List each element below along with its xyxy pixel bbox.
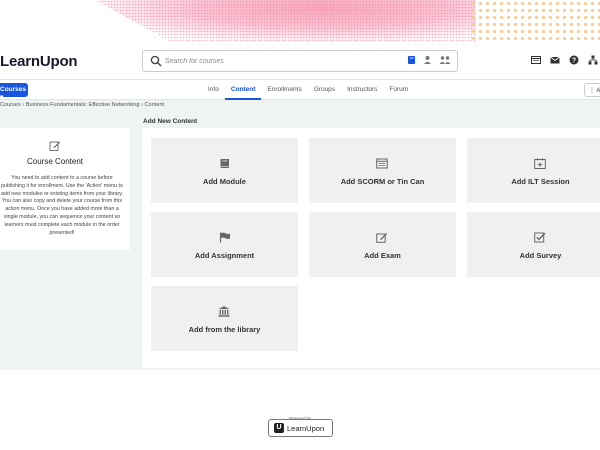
tile-label: Add Exam	[364, 251, 401, 260]
section-heading: Add New Content	[143, 118, 198, 125]
add-survey-tile[interactable]: Add Survey	[467, 212, 600, 277]
bank-icon	[218, 306, 230, 317]
add-from-library-tile[interactable]: Add from the library	[151, 286, 298, 351]
card-line: publishing it for enrollment. Use the 'A…	[1, 182, 123, 189]
tile-label: Add from the library	[188, 325, 261, 334]
catalog-icon[interactable]	[531, 55, 541, 65]
edit-icon	[376, 233, 388, 243]
learnupon-logo-icon: U	[274, 423, 284, 433]
tile-label: Add Module	[203, 177, 246, 186]
svg-text:?: ?	[572, 58, 576, 65]
top-header: LearnUpon Search for courses ?	[0, 42, 600, 80]
card-title: Course Content	[26, 157, 84, 166]
tab-groups[interactable]: Groups	[308, 80, 341, 100]
book-icon	[220, 159, 229, 168]
card-line: add new modules or existing items from y…	[0, 190, 124, 197]
card-line: learners must complete each module in th…	[4, 221, 120, 228]
help-icon[interactable]: ?	[569, 55, 579, 65]
banner-dot-pattern	[470, 0, 600, 42]
tab-content[interactable]: Content	[224, 80, 262, 100]
tab-instructors[interactable]: Instructors	[341, 80, 383, 100]
edit-icon	[49, 141, 61, 151]
mail-icon[interactable]	[550, 55, 560, 65]
tile-label: Add Assignment	[194, 251, 255, 260]
course-subnav: Courses ▾ Info Content Enrollments Group…	[0, 80, 600, 101]
add-assignment-tile[interactable]: Add Assignment	[151, 212, 298, 277]
tile-label: Add Survey	[519, 251, 562, 260]
check-square-icon	[534, 232, 546, 243]
tab-info[interactable]: Info	[202, 80, 225, 100]
add-module-tile[interactable]: Add Module	[151, 138, 298, 203]
card-description: You need to add content to a course befo…	[0, 175, 124, 237]
flag-icon	[219, 232, 230, 243]
card-line: You need to add content to a course befo…	[11, 175, 113, 181]
tab-enrollments[interactable]: Enrollments	[261, 80, 307, 100]
card-line: presented!	[49, 229, 75, 236]
badge-brand-name: LearnUpon	[287, 424, 325, 433]
courses-dropdown-button[interactable]: Courses ▾	[0, 83, 28, 101]
course-content-info-card: Course Content You need to add content t…	[0, 128, 130, 250]
breadcrumb-item-courses[interactable]: Courses	[0, 102, 21, 108]
group-filter-icon[interactable]	[439, 55, 451, 65]
header-icons: ?	[531, 55, 598, 65]
tab-forum[interactable]: Forum	[383, 80, 414, 100]
org-chart-icon[interactable]	[588, 55, 598, 65]
window-icon	[376, 158, 388, 169]
breadcrumb-item-current: Content	[144, 102, 165, 108]
banner-pink-texture	[95, 0, 475, 42]
card-line: You can also copy and delete your course…	[2, 198, 122, 205]
card-line: single module, you can sequence your con…	[3, 213, 121, 220]
learnupon-badge[interactable]: U LearnUpon	[268, 419, 333, 437]
breadcrumb-item-course[interactable]: Business Fundamentals: Effective Network…	[26, 102, 140, 108]
search-input[interactable]	[165, 53, 385, 69]
tile-label: Add SCORM or Tin Can	[340, 177, 425, 186]
search-icon	[150, 55, 162, 67]
tile-label: Add ILT Session	[511, 177, 570, 186]
card-line: action menu. Once you have added more th…	[5, 206, 119, 213]
breadcrumb: Courses › Business Fundamentals: Effecti…	[0, 102, 164, 108]
header-banner	[0, 0, 600, 42]
book-filter-icon[interactable]	[407, 55, 416, 65]
add-scorm-tile[interactable]: Add SCORM or Tin Can	[309, 138, 456, 203]
add-exam-tile[interactable]: Add Exam	[309, 212, 456, 277]
calendar-plus-icon	[534, 158, 546, 169]
user-filter-icon[interactable]	[423, 55, 432, 65]
actions-button-label: A	[596, 88, 600, 94]
actions-button[interactable]: ⋮ A	[584, 83, 600, 97]
add-ilt-session-tile[interactable]: Add ILT Session	[467, 138, 600, 203]
search-bar[interactable]	[142, 50, 458, 72]
search-filter-tools	[407, 55, 451, 65]
app-logo[interactable]: LearnUpon	[0, 53, 78, 70]
course-tabs: Info Content Enrollments Groups Instruct…	[202, 80, 414, 100]
page: LearnUpon Search for courses ? Courses ▾…	[0, 0, 600, 450]
